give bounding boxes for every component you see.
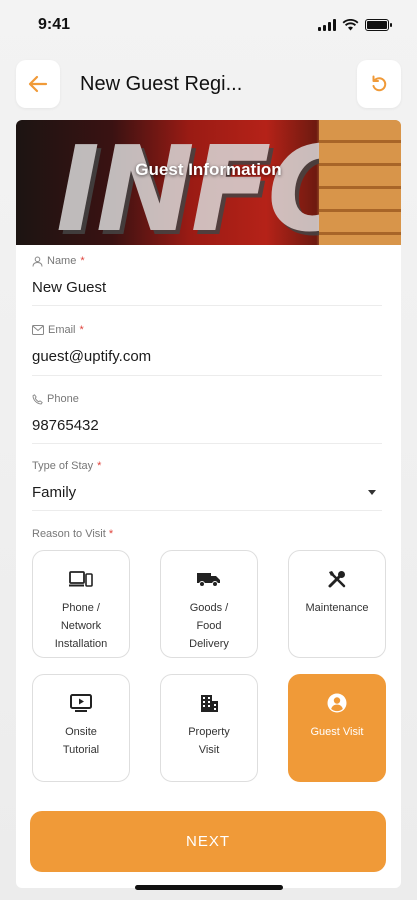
reason-tile-goods-delivery[interactable]: Goods / Food Delivery bbox=[160, 550, 258, 658]
status-icons bbox=[318, 19, 392, 31]
status-bar: 9:41 bbox=[0, 0, 417, 50]
reason-tile-label: Onsite Tutorial bbox=[62, 726, 100, 756]
arrow-left-icon bbox=[28, 75, 48, 93]
back-button[interactable] bbox=[16, 60, 60, 108]
home-indicator bbox=[135, 885, 283, 890]
required-mark: * bbox=[108, 528, 114, 540]
reason-tile-label: Guest Visit bbox=[310, 726, 364, 738]
reason-tile-label: Goods / Food Delivery bbox=[189, 602, 229, 650]
tools-icon bbox=[328, 571, 346, 588]
page-title: New Guest Regi... bbox=[80, 72, 243, 95]
reason-tile-maintenance[interactable]: Maintenance bbox=[288, 550, 386, 658]
chevron-down-icon[interactable] bbox=[368, 490, 376, 495]
status-time: 9:41 bbox=[38, 16, 71, 33]
reason-label: Reason to Visit * bbox=[32, 528, 114, 540]
building-icon bbox=[201, 695, 218, 712]
email-label: Email bbox=[48, 324, 76, 336]
mail-icon bbox=[32, 325, 44, 335]
reset-button[interactable] bbox=[357, 60, 401, 108]
wifi-icon bbox=[342, 19, 359, 31]
name-field[interactable]: Name * New Guest bbox=[32, 255, 382, 306]
name-label: Name bbox=[47, 255, 77, 267]
stay-type-select[interactable]: Type of Stay * Family bbox=[32, 460, 382, 511]
reason-tile-label: Phone / Network Installation bbox=[54, 602, 108, 650]
refresh-icon bbox=[372, 75, 387, 92]
guest-form-card: INFO Guest Information Name * New Guest … bbox=[16, 120, 401, 888]
stay-type-label: Type of Stay bbox=[32, 460, 94, 472]
phone-field[interactable]: Phone 98765432 bbox=[32, 393, 382, 444]
phone-value[interactable]: 98765432 bbox=[32, 417, 382, 434]
reason-tile-label: Maintenance bbox=[305, 602, 369, 614]
required-mark: * bbox=[80, 255, 85, 267]
required-mark: * bbox=[79, 324, 84, 336]
stay-type-value: Family bbox=[32, 484, 77, 501]
banner-image-text: INFO bbox=[56, 120, 368, 245]
banner-image: INFO Guest Information bbox=[16, 120, 401, 245]
video-play-icon bbox=[70, 694, 92, 712]
reason-tile-onsite-tutorial[interactable]: Onsite Tutorial bbox=[32, 674, 130, 782]
signal-icon bbox=[318, 19, 336, 31]
banner-title: Guest Information bbox=[135, 160, 282, 179]
app-header: New Guest Regi... bbox=[0, 58, 417, 110]
email-value[interactable]: guest@uptify.com bbox=[32, 348, 382, 365]
phone-icon bbox=[32, 393, 43, 404]
phone-label: Phone bbox=[47, 393, 79, 405]
battery-icon bbox=[365, 19, 392, 31]
devices-icon bbox=[69, 571, 93, 587]
reason-tile-label: Property Visit bbox=[188, 726, 230, 756]
truck-icon bbox=[197, 573, 220, 587]
reason-tile-guest-visit[interactable]: Guest Visit bbox=[288, 674, 386, 782]
email-field[interactable]: Email * guest@uptify.com bbox=[32, 324, 382, 376]
name-value[interactable]: New Guest bbox=[32, 279, 382, 296]
user-circle-icon bbox=[327, 693, 347, 713]
person-icon bbox=[32, 256, 43, 267]
required-mark: * bbox=[97, 460, 102, 472]
reason-tile-phone-network[interactable]: Phone / Network Installation bbox=[32, 550, 130, 658]
next-button[interactable]: NEXT bbox=[30, 811, 386, 872]
reason-tile-property-visit[interactable]: Property Visit bbox=[160, 674, 258, 782]
